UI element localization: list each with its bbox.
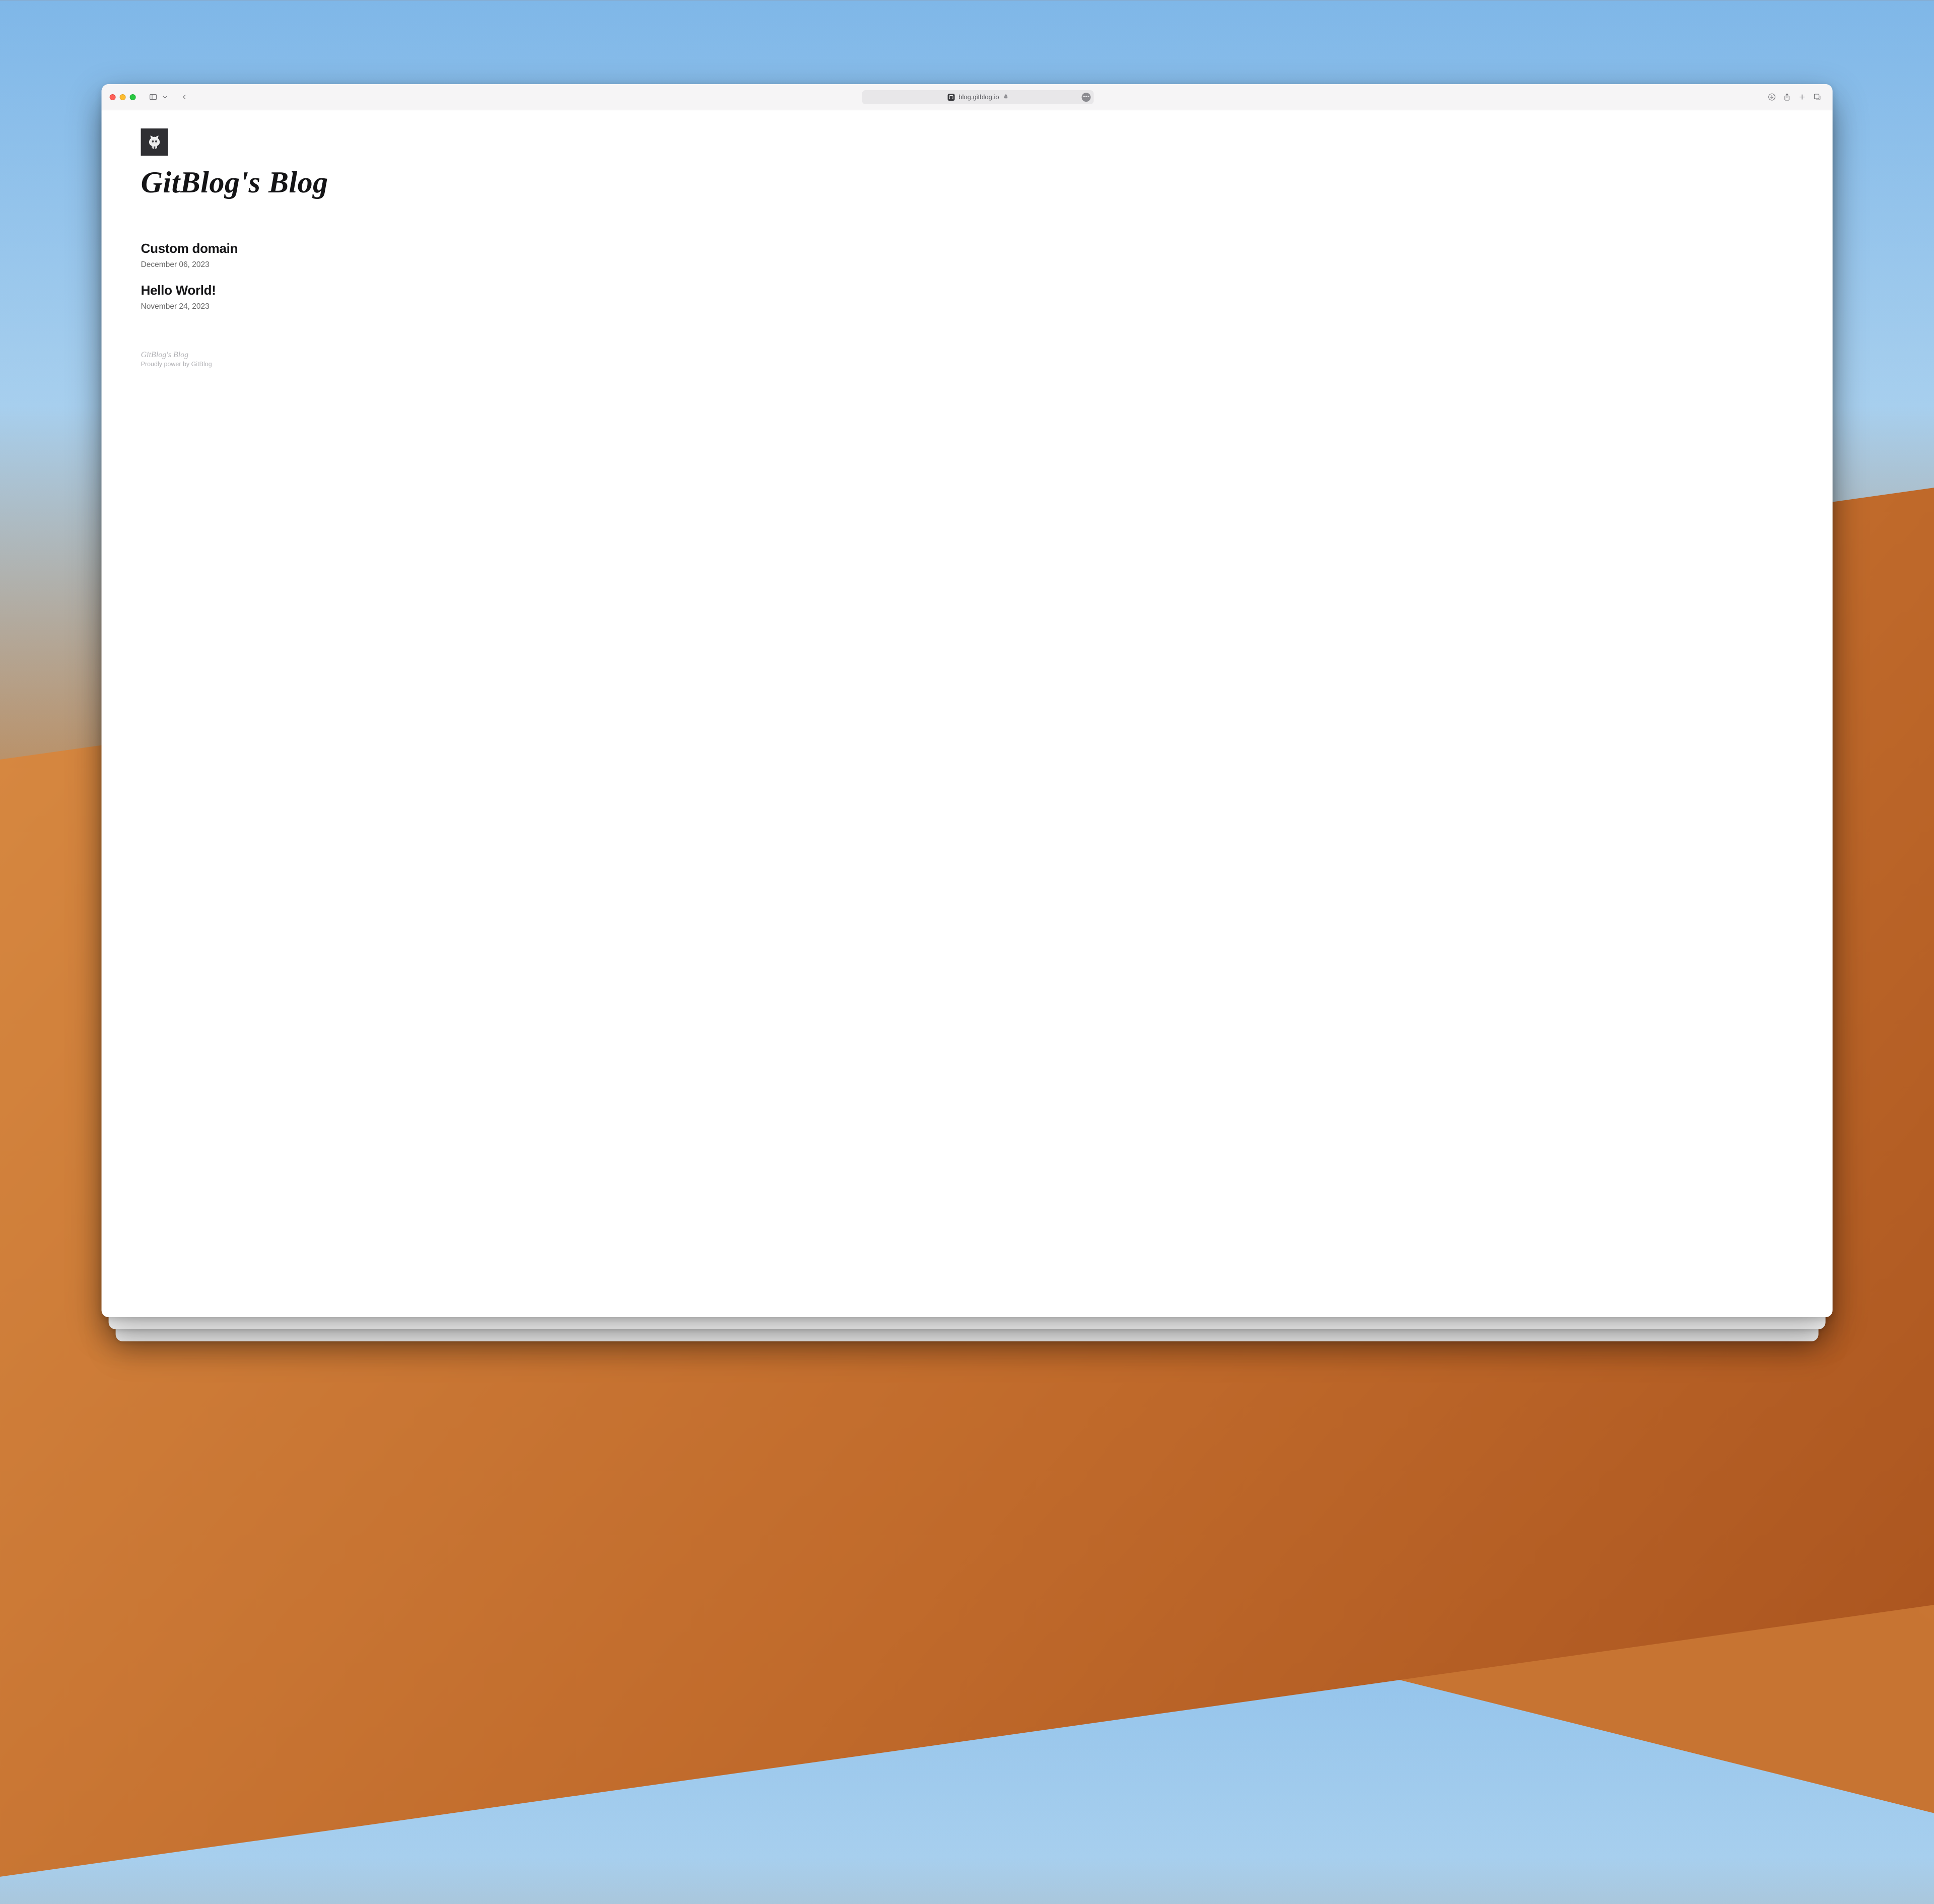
downloads-button[interactable] bbox=[1765, 91, 1779, 104]
window-fullscreen-button[interactable] bbox=[130, 94, 136, 100]
octocat-icon bbox=[146, 132, 163, 152]
new-tab-button[interactable] bbox=[1795, 91, 1809, 104]
footer-site-name: GitBlog's Blog bbox=[141, 351, 485, 360]
window-controls bbox=[110, 94, 136, 100]
back-button[interactable] bbox=[177, 91, 191, 104]
site-favicon-icon bbox=[947, 94, 954, 101]
tab-group-menu-button[interactable] bbox=[161, 91, 169, 104]
post-item: Custom domain December 06, 2023 bbox=[141, 241, 485, 269]
footer-credit-link[interactable]: GitBlog bbox=[191, 361, 212, 368]
browser-toolbar: blog.gitblog.io ••• bbox=[102, 84, 1833, 110]
site-footer: GitBlog's Blog Proudly power by GitBlog bbox=[141, 351, 485, 368]
page-content: GitBlog's Blog Custom domain December 06… bbox=[102, 110, 1833, 1317]
window-close-button[interactable] bbox=[110, 94, 116, 100]
post-item: Hello World! November 24, 2023 bbox=[141, 283, 485, 311]
lock-icon bbox=[1003, 93, 1009, 101]
share-button[interactable] bbox=[1780, 91, 1794, 104]
post-title-link[interactable]: Hello World! bbox=[141, 283, 485, 298]
address-bar[interactable]: blog.gitblog.io ••• bbox=[862, 90, 1094, 104]
footer-credit-prefix: Proudly power by bbox=[141, 361, 191, 368]
address-bar-text: blog.gitblog.io bbox=[958, 93, 999, 101]
window-minimize-button[interactable] bbox=[120, 94, 126, 100]
post-date: December 06, 2023 bbox=[141, 260, 485, 269]
tab-overview-button[interactable] bbox=[1810, 91, 1824, 104]
post-date: November 24, 2023 bbox=[141, 302, 485, 311]
post-title-link[interactable]: Custom domain bbox=[141, 241, 485, 256]
safari-window: blog.gitblog.io ••• bbox=[102, 84, 1833, 1317]
footer-credit: Proudly power by GitBlog bbox=[141, 361, 485, 368]
page-actions-button[interactable]: ••• bbox=[1082, 93, 1091, 102]
site-avatar[interactable] bbox=[141, 128, 168, 156]
blog-title[interactable]: GitBlog's Blog bbox=[141, 167, 485, 198]
sidebar-toggle-button[interactable] bbox=[146, 91, 160, 104]
